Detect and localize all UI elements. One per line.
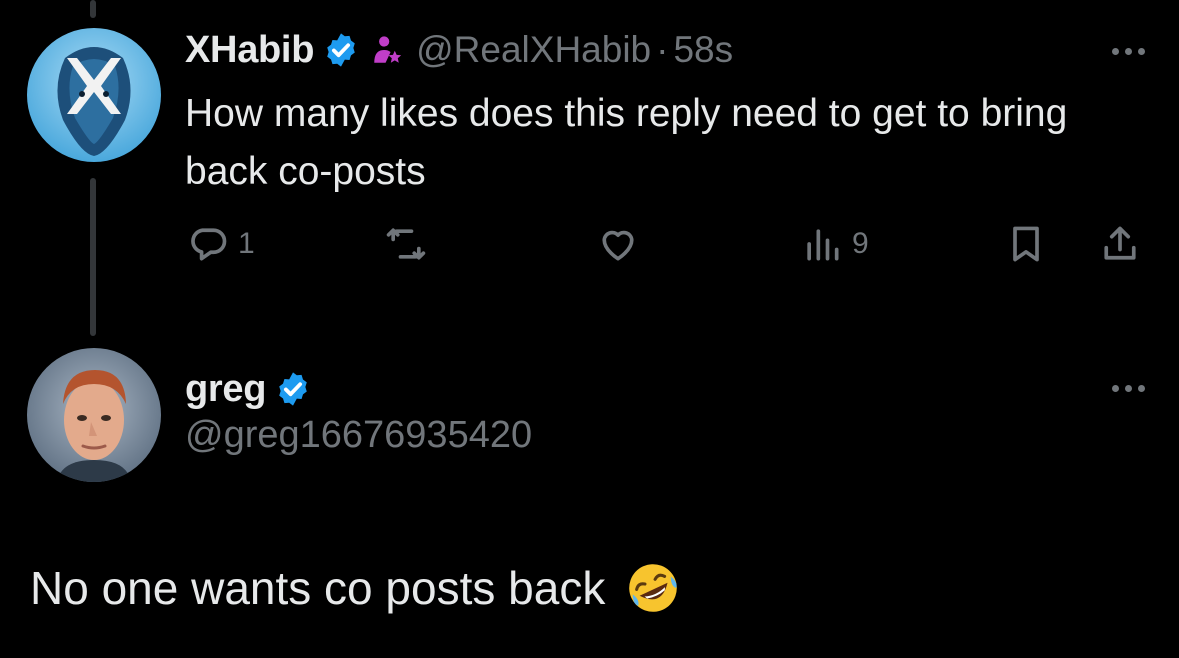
thread-connector-top [90,0,96,18]
affiliate-icon[interactable] [370,33,404,67]
reply-text: No one wants co posts back [30,562,606,614]
post-timestamp[interactable]: 58s [673,29,733,71]
views-button[interactable]: 9 [800,222,869,266]
reply-author-handle[interactable]: @greg16676935420 [185,414,532,457]
reply-header: greg [185,364,312,414]
author-name[interactable]: XHabib [185,29,314,72]
verified-badge-icon[interactable] [274,370,312,408]
reply-text-row: No one wants co posts back [30,560,681,616]
share-button[interactable] [1098,222,1142,266]
post-header: XHabib @RealXHabib · 58s [185,25,733,75]
reply-icon [191,228,227,261]
author-handle[interactable]: @RealXHabib [416,29,651,71]
like-button[interactable] [596,222,640,266]
reply-count: 1 [238,227,255,260]
avatar-greg[interactable] [27,348,161,482]
avatar-xhabib[interactable] [27,28,161,162]
timeline: XHabib @RealXHabib · 58s How many likes … [0,0,1179,658]
verified-badge-icon[interactable] [322,31,360,69]
repost-button[interactable] [384,222,428,266]
more-icon[interactable] [1112,385,1145,392]
rofl-emoji [629,564,678,612]
post-actions: 1 9 [0,222,1179,272]
views-count: 9 [852,227,869,260]
views-icon [807,229,839,261]
repost-icon [386,228,426,260]
bookmark-icon [1013,226,1039,262]
bookmark-button[interactable] [1004,222,1048,266]
reply-button[interactable]: 1 [186,222,255,266]
separator-dot: · [656,29,669,70]
post-text: How many likes does this reply need to g… [185,92,1068,193]
share-icon [1104,226,1136,260]
like-icon [602,230,634,261]
reply-author-name[interactable]: greg [185,368,266,411]
more-icon[interactable] [1112,48,1145,55]
